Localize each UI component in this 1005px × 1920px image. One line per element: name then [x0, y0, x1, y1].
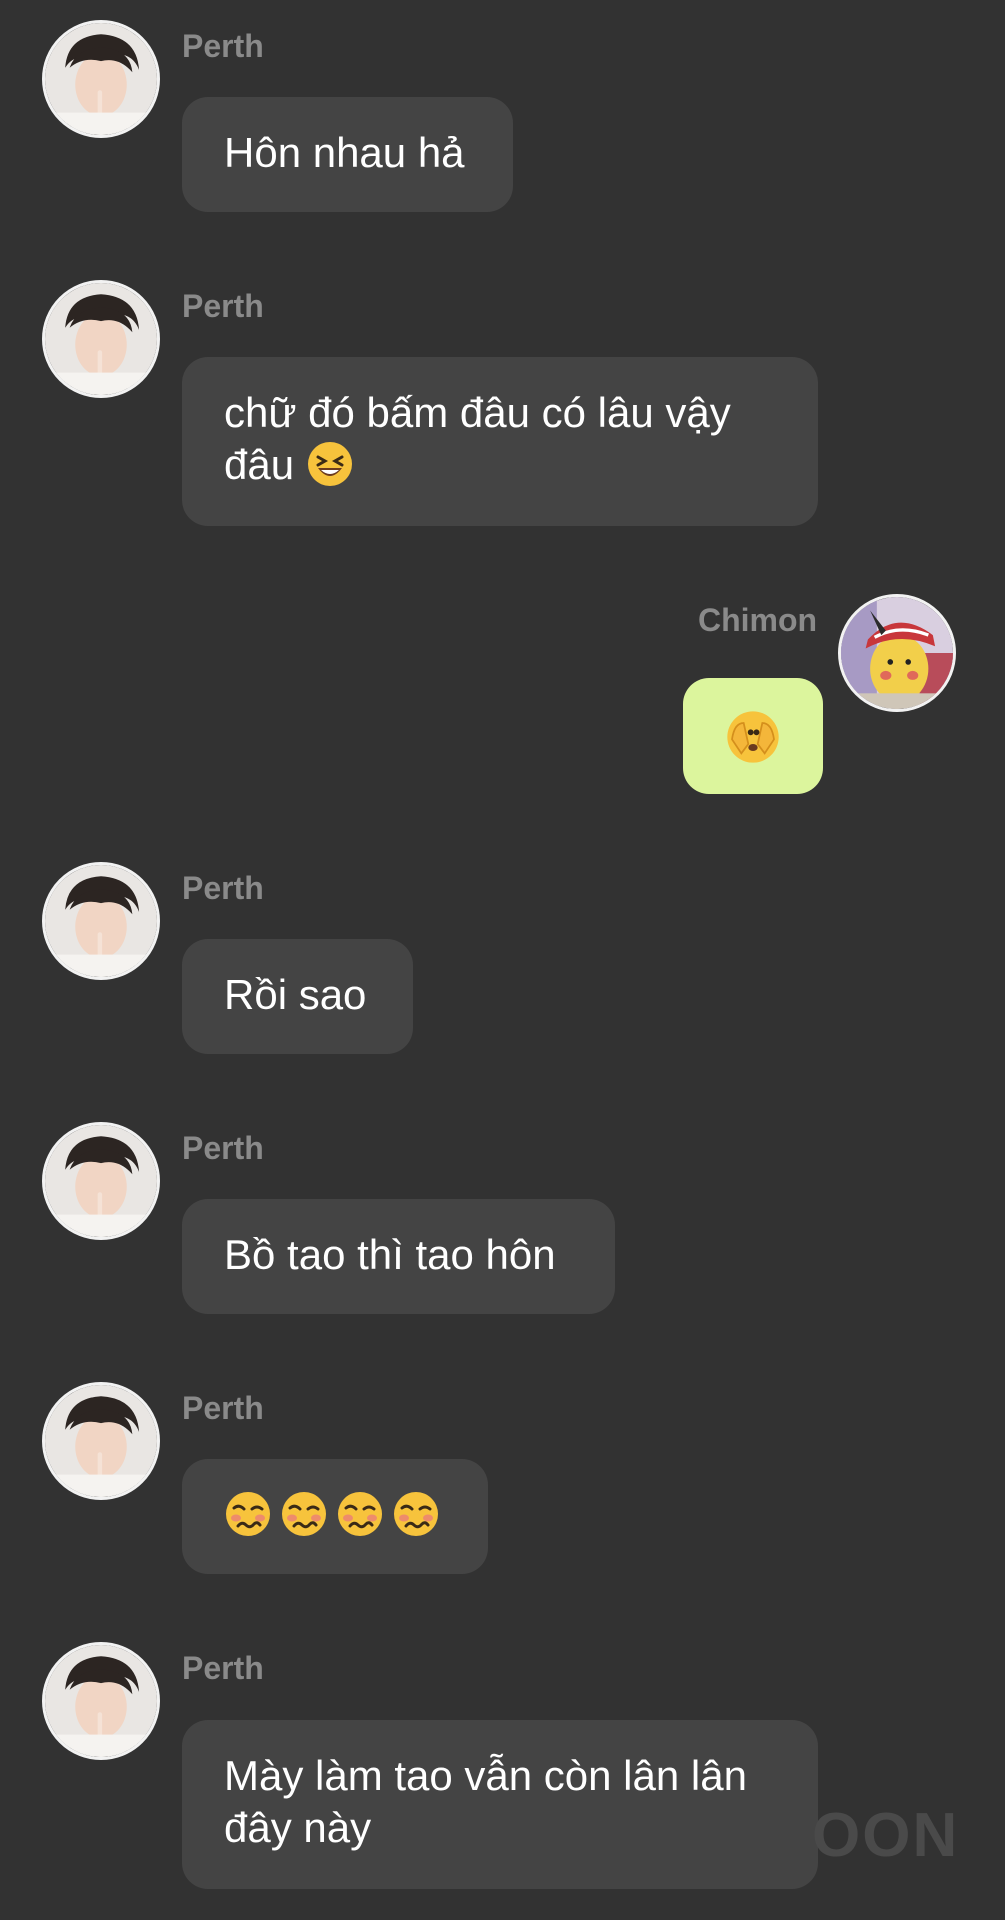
- message-text: Rồi sao: [224, 971, 367, 1018]
- message-text: chữ đó bấm đâu có lâu vậy: [224, 389, 731, 436]
- face-with-open-eyes-and-hand-over-mouth-emoji: [727, 711, 779, 763]
- message-text: Hôn nhau hả: [224, 129, 465, 176]
- woozy-face-emoji: [282, 1492, 326, 1536]
- avatar-perth[interactable]: [42, 1382, 160, 1500]
- woozy-face-emoji: [394, 1492, 438, 1536]
- sender-name: Perth: [182, 1650, 264, 1686]
- message-bubble[interactable]: Bồ tao thì tao hôn: [182, 1199, 615, 1314]
- sender-name: Perth: [182, 28, 264, 64]
- avatar-perth[interactable]: [42, 1642, 160, 1760]
- woozy-face-emoji: [226, 1492, 270, 1536]
- message-bubble[interactable]: Mày làm tao vẫn còn lân lân đây này: [182, 1720, 818, 1889]
- message-bubble[interactable]: [182, 1459, 488, 1574]
- avatar-perth[interactable]: [42, 862, 160, 980]
- message-bubble-sent[interactable]: [683, 678, 823, 794]
- woozy-face-emoji: [338, 1492, 382, 1536]
- laughing-emoji: [307, 442, 352, 486]
- message-bubble[interactable]: Rồi sao: [182, 939, 413, 1054]
- avatar-perth[interactable]: [42, 1122, 160, 1240]
- watermark-logo: OON: [812, 1801, 960, 1870]
- avatar-perth[interactable]: [42, 20, 160, 138]
- sender-name: Perth: [182, 1390, 264, 1426]
- avatar-perth[interactable]: [42, 280, 160, 398]
- sender-name: Chimon: [698, 602, 818, 638]
- sender-name: Perth: [182, 1130, 264, 1166]
- sender-name: Perth: [182, 870, 264, 906]
- avatar-chimon[interactable]: [838, 594, 956, 712]
- message-text-line2: đây này: [224, 1804, 372, 1851]
- message-bubble[interactable]: Hôn nhau hả: [182, 97, 513, 212]
- message-text: Mày làm tao vẫn còn lân lân: [224, 1752, 747, 1799]
- message-text: Bồ tao thì tao hôn: [224, 1231, 556, 1278]
- message-bubble[interactable]: chữ đó bấm đâu có lâu vậy đâu: [182, 357, 818, 526]
- sender-name: Perth: [182, 288, 264, 324]
- message-text-line2: đâu: [224, 439, 776, 491]
